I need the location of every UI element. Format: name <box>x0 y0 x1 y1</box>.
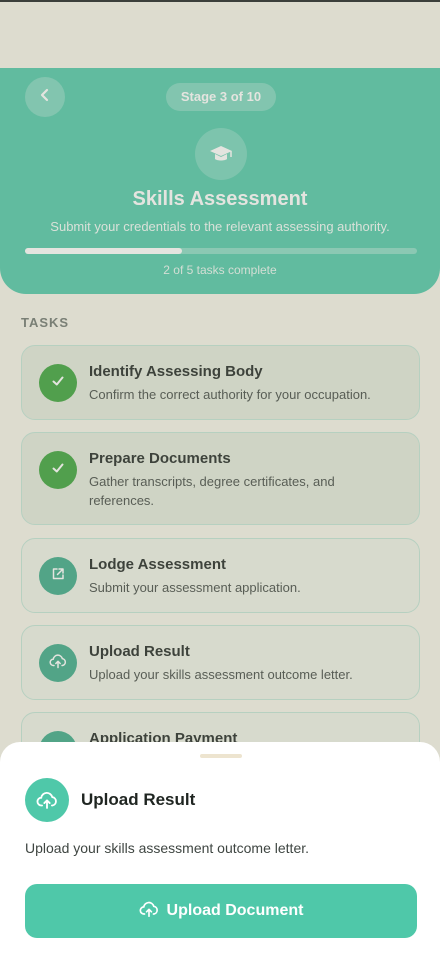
top-edge <box>0 0 440 2</box>
upload-button-label: Upload Document <box>166 902 304 919</box>
sheet-description: Upload your skills assessment outcome le… <box>25 840 310 856</box>
cloud-upload-icon <box>139 899 159 924</box>
cloud-upload-icon <box>25 778 69 822</box>
upload-document-button[interactable]: Upload Document <box>25 884 417 938</box>
bottom-sheet: Upload Result Upload your skills assessm… <box>0 742 440 961</box>
sheet-title: Upload Result <box>81 790 196 809</box>
sheet-drag-handle[interactable] <box>200 754 242 758</box>
